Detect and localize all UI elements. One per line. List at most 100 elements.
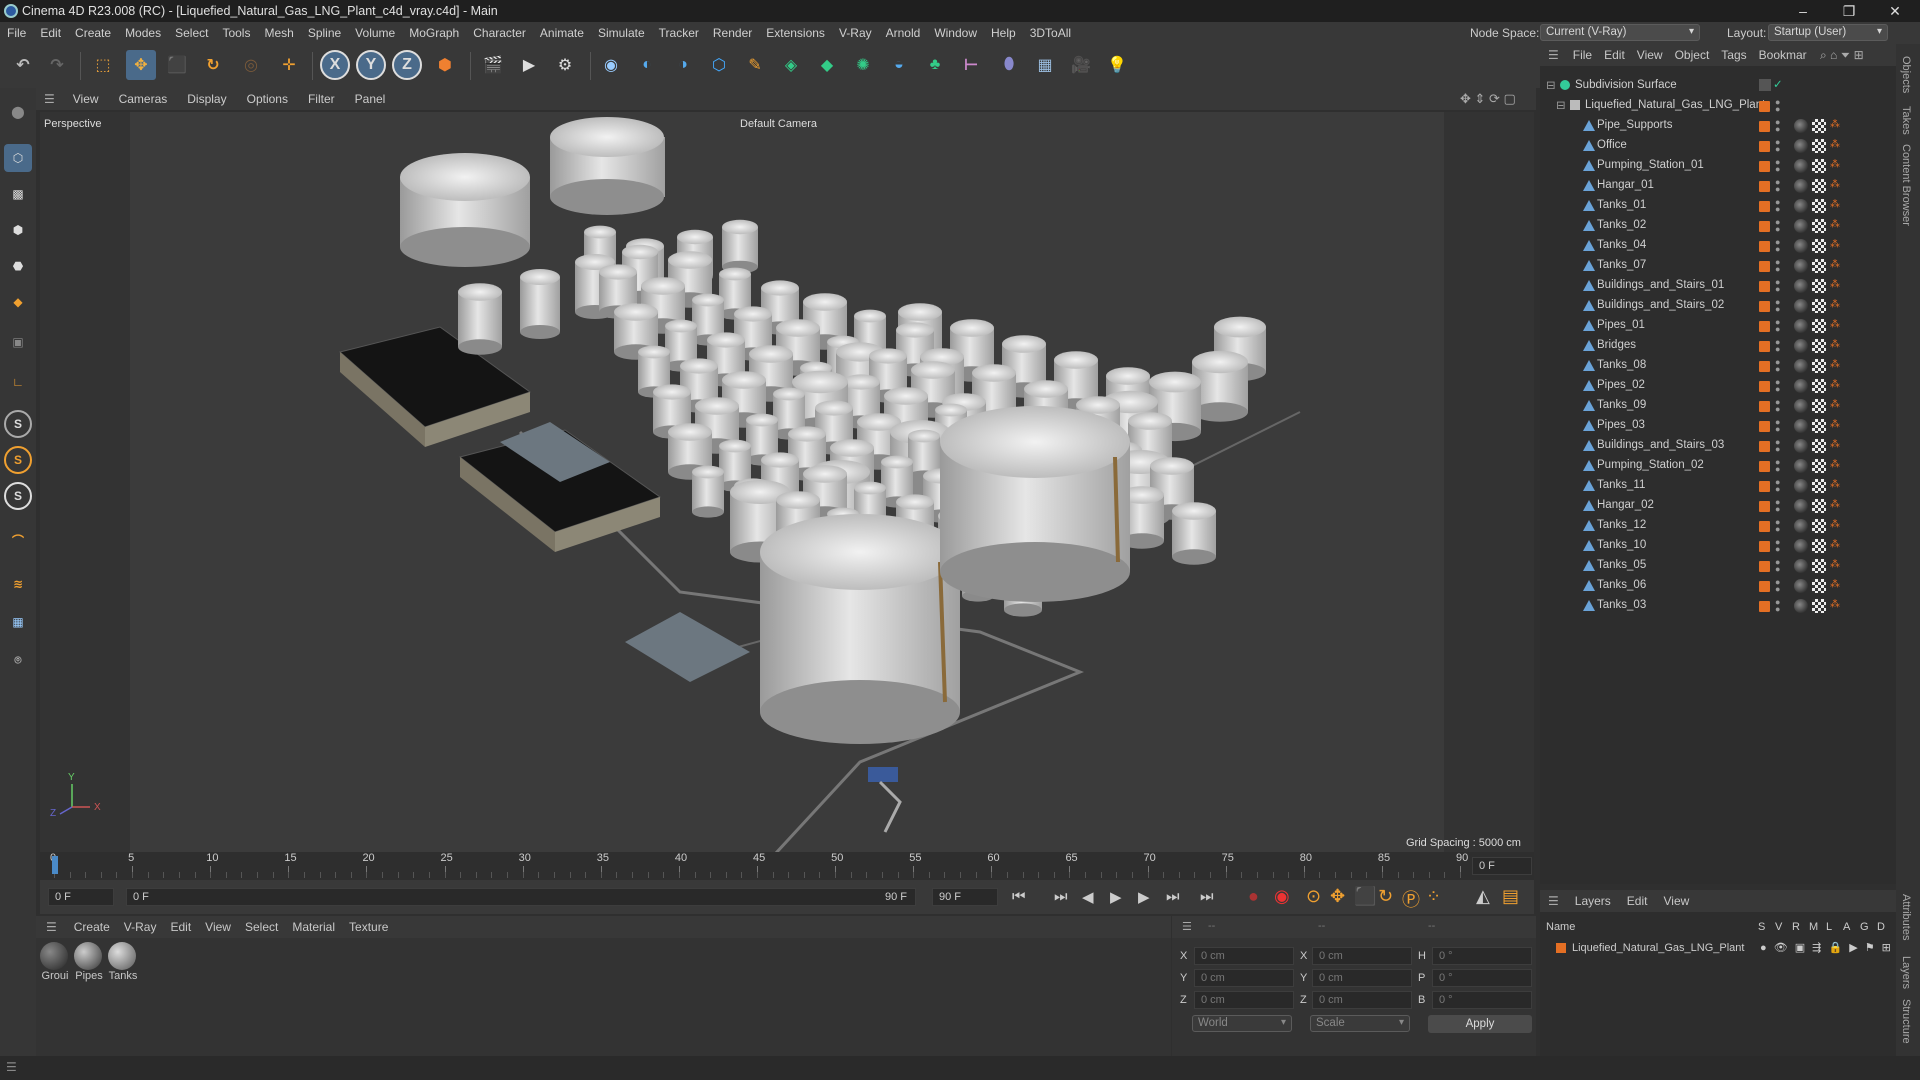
vray-tag-icon[interactable]: ⁂ (1830, 259, 1844, 273)
tab-takes[interactable]: Takes (1900, 106, 1912, 135)
material-hamburger-icon[interactable]: ☰ (36, 920, 67, 934)
object-row[interactable]: Buildings_and_Stairs_01 ● ● ⁂ (1540, 276, 1896, 296)
layer-color-swatch[interactable] (1759, 421, 1770, 432)
object-row[interactable]: Office ● ● ⁂ (1540, 136, 1896, 156)
layer-color-swatch[interactable] (1759, 221, 1770, 232)
render-picture-viewer-icon[interactable]: ▶ (514, 50, 544, 80)
visibility-dots[interactable]: ● ● (1775, 498, 1780, 514)
obj-menu-tags[interactable]: Tags (1715, 48, 1752, 62)
object-hamburger-icon[interactable]: ☰ (1540, 48, 1567, 62)
mat-menu-edit[interactable]: Edit (163, 920, 198, 934)
render-view-icon[interactable]: 🎬 (478, 50, 508, 80)
size-mode-dropdown[interactable]: Scale (1310, 1015, 1410, 1032)
object-row[interactable]: Tanks_09 ● ● ⁂ (1540, 396, 1896, 416)
viewport-nav-icons[interactable]: ✥ ⇕ ⟳ ▢ (1460, 91, 1516, 107)
object-row[interactable]: Pipe_Supports ● ● ⁂ (1540, 116, 1896, 136)
position-y-field[interactable]: 0 cm (1194, 969, 1294, 987)
material-tag-icon[interactable] (1794, 119, 1808, 133)
playhead[interactable] (52, 856, 58, 874)
object-row[interactable]: Tanks_06 ● ● ⁂ (1540, 576, 1896, 596)
layer-color-swatch[interactable] (1759, 341, 1770, 352)
status-menu-icon[interactable]: ☰ (6, 1060, 17, 1074)
mograph-icon[interactable]: ♣ (920, 50, 950, 80)
snap-settings-icon[interactable]: S (4, 446, 32, 474)
key-pla-icon[interactable]: ⁘ (1426, 886, 1441, 907)
vray-tag-icon[interactable]: ⁂ (1830, 319, 1844, 333)
obj-menu-view[interactable]: View (1631, 48, 1669, 62)
visibility-dots[interactable]: ● ● (1775, 138, 1780, 154)
menu-spline[interactable]: Spline (301, 26, 348, 40)
move-icon[interactable]: ✥ (126, 50, 156, 80)
texture-tag-icon[interactable] (1812, 419, 1826, 433)
selection-icon[interactable]: ⬚ (88, 50, 118, 80)
rotation-b-field[interactable]: 0 ° (1432, 991, 1532, 1009)
menu-file[interactable]: File (0, 26, 33, 40)
field-icon[interactable]: ⬮ (994, 50, 1024, 80)
go-to-end-icon[interactable]: ⏭ (1200, 888, 1214, 905)
visibility-dots[interactable]: ● ● (1775, 318, 1780, 334)
texture-tag-icon[interactable] (1812, 479, 1826, 493)
material-tag-icon[interactable] (1794, 599, 1808, 613)
menu-mesh[interactable]: Mesh (257, 26, 300, 40)
vray-tag-icon[interactable]: ⁂ (1830, 139, 1844, 153)
grid-icon[interactable]: ≋ (4, 570, 32, 598)
material-tag-icon[interactable] (1794, 379, 1808, 393)
vray-tag-icon[interactable]: ⁂ (1830, 199, 1844, 213)
obj-menu-bookmarks[interactable]: Bookmar (1753, 48, 1813, 62)
motion-system-icon[interactable]: ◭ (1476, 886, 1490, 907)
extrude-icon[interactable]: ◆ (812, 50, 842, 80)
menu-edit[interactable]: Edit (33, 26, 68, 40)
visibility-dots[interactable]: ● ● (1775, 218, 1780, 234)
deformer-icon[interactable]: ⊢ (956, 50, 986, 80)
visibility-dots[interactable]: ● ● (1775, 198, 1780, 214)
texture-tag-icon[interactable] (1812, 579, 1826, 593)
menu-vray[interactable]: V-Ray (832, 26, 879, 40)
menu-arnold[interactable]: Arnold (879, 26, 928, 40)
object-row[interactable]: Tanks_03 ● ● ⁂ (1540, 596, 1896, 616)
visibility-dots[interactable]: ● ● (1775, 118, 1780, 134)
layer-color-swatch[interactable] (1759, 381, 1770, 392)
layer-color-swatch[interactable] (1759, 281, 1770, 292)
viewport-hamburger-icon[interactable]: ☰ (36, 92, 63, 106)
keyframe-icon[interactable]: ⊙ (1306, 886, 1321, 907)
rotation-p-field[interactable]: 0 ° (1432, 969, 1532, 987)
vray-tag-icon[interactable]: ⁂ (1830, 499, 1844, 513)
visibility-dots[interactable]: ● ● (1775, 258, 1780, 274)
viewport-menu-panel[interactable]: Panel (345, 92, 396, 106)
cube-icon[interactable]: ⬡ (704, 50, 734, 80)
menu-simulate[interactable]: Simulate (591, 26, 652, 40)
material-tag-icon[interactable] (1794, 279, 1808, 293)
material-tag-icon[interactable] (1794, 159, 1808, 173)
layer-menu-edit[interactable]: Edit (1619, 894, 1656, 908)
material-tag-icon[interactable] (1794, 459, 1808, 473)
visibility-dots[interactable]: ● ● (1775, 358, 1780, 374)
object-row[interactable]: Tanks_01 ● ● ⁂ (1540, 196, 1896, 216)
material-tag-icon[interactable] (1794, 439, 1808, 453)
object-row[interactable]: Hangar_02 ● ● ⁂ (1540, 496, 1896, 516)
snap-icon[interactable]: S (4, 410, 32, 438)
snap-2-icon[interactable]: S (4, 482, 32, 510)
perspective-viewport[interactable]: X Z Y Perspective Default Camera Grid Sp… (40, 112, 1534, 852)
size-z-field[interactable]: 0 cm (1312, 991, 1412, 1009)
layer-color-swatch[interactable] (1759, 301, 1770, 312)
obj-menu-edit[interactable]: Edit (1598, 48, 1631, 62)
texture-tag-icon[interactable] (1812, 279, 1826, 293)
cloner-icon[interactable]: ✺ (848, 50, 878, 80)
visibility-dots[interactable]: ● ● (1775, 578, 1780, 594)
coord-hamburger-icon[interactable]: ☰ (1182, 920, 1192, 933)
material-swatch[interactable]: Pipes (74, 942, 104, 990)
obj-menu-object[interactable]: Object (1669, 48, 1716, 62)
object-row[interactable]: Tanks_10 ● ● ⁂ (1540, 536, 1896, 556)
object-row[interactable]: Hangar_01 ● ● ⁂ (1540, 176, 1896, 196)
points-mode-icon[interactable]: ⬢ (4, 216, 32, 244)
texture-tag-icon[interactable] (1812, 559, 1826, 573)
vray-tag-icon[interactable]: ⁂ (1830, 599, 1844, 613)
scale-icon[interactable]: ⬛ (162, 50, 192, 80)
vray-icon[interactable]: ◉ (596, 50, 626, 80)
material-tag-icon[interactable] (1794, 579, 1808, 593)
key-position-icon[interactable]: ✥ (1330, 886, 1345, 907)
object-row[interactable]: Pumping_Station_01 ● ● ⁂ (1540, 156, 1896, 176)
layer-color-swatch[interactable] (1759, 361, 1770, 372)
go-to-start-icon[interactable]: ⏮ (1012, 888, 1026, 905)
layer-color-swatch[interactable] (1759, 141, 1770, 152)
